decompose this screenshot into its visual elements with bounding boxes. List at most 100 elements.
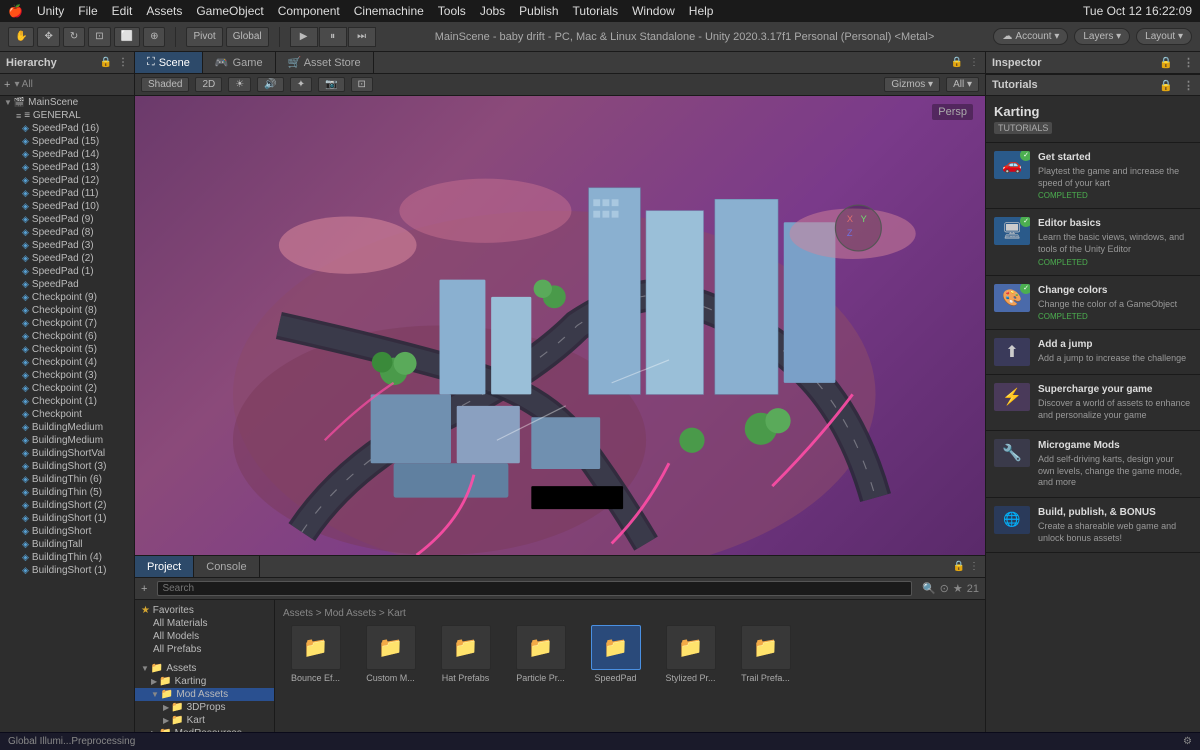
menu-file[interactable]: File — [78, 4, 97, 18]
menu-tutorials[interactable]: Tutorials — [573, 4, 619, 18]
tutorials-lock-icon[interactable]: 🔒 — [1159, 79, 1173, 92]
project-lock-icon[interactable]: 🔒 — [953, 561, 965, 572]
list-item[interactable]: ◈BuildingThin (4) — [0, 551, 134, 564]
list-item[interactable]: ◈BuildingShort — [0, 525, 134, 538]
list-item[interactable]: ◈BuildingShort (3) — [0, 460, 134, 473]
list-item[interactable]: ◈SpeedPad (11) — [0, 187, 134, 200]
scene-viewport[interactable]: X Y Z Persp — [135, 96, 985, 555]
tab-scene[interactable]: ⛶Scene — [135, 52, 203, 73]
tree-karting[interactable]: ▶ 📁 Karting — [135, 675, 274, 688]
list-item[interactable]: ◈BuildingThin (5) — [0, 486, 134, 499]
asset-particle-pr[interactable]: 📁 Particle Pr... — [508, 625, 573, 684]
tutorial-item-add-jump[interactable]: ⬆ Add a jump Add a jump to increase the … — [986, 330, 1200, 375]
inspector-lock-icon[interactable]: 🔒 — [1159, 56, 1173, 69]
2d-button[interactable]: 2D — [195, 77, 222, 92]
menu-help[interactable]: Help — [689, 4, 714, 18]
asset-bounce-ef[interactable]: 📁 Bounce Ef... — [283, 625, 348, 684]
tutorial-item-build-publish[interactable]: 🌐 Build, publish, & BONUS Create a share… — [986, 498, 1200, 553]
menu-tools[interactable]: Tools — [438, 4, 466, 18]
list-item[interactable]: ◈BuildingShort (2) — [0, 499, 134, 512]
list-item[interactable]: ◈Checkpoint (1) — [0, 395, 134, 408]
play-button[interactable]: ▶ — [290, 27, 318, 47]
menu-assets[interactable]: Assets — [146, 4, 182, 18]
project-search-input[interactable] — [157, 581, 912, 596]
list-item[interactable]: ◈BuildingShort (1) — [0, 512, 134, 525]
hand-tool[interactable]: ✋ — [8, 27, 34, 47]
tree-assets[interactable]: ▼ 📁 Assets — [135, 662, 274, 675]
global-button[interactable]: Global — [226, 27, 269, 47]
list-item[interactable]: ◈SpeedPad (9) — [0, 213, 134, 226]
list-item[interactable]: ◈Checkpoint (7) — [0, 317, 134, 330]
hierarchy-menu[interactable]: ⋮ — [118, 57, 128, 68]
project-menu-icon[interactable]: ⋮ — [969, 561, 979, 572]
scene-camera[interactable]: 📷 — [318, 77, 344, 92]
asset-hat-prefabs[interactable]: 📁 Hat Prefabs — [433, 625, 498, 684]
tree-all-models[interactable]: All Models — [135, 630, 274, 643]
list-item[interactable]: ◈SpeedPad (15) — [0, 135, 134, 148]
menu-cinemachine[interactable]: Cinemachine — [354, 4, 424, 18]
tutorials-body[interactable]: 🚗 ✓ Get started Playtest the game and in… — [986, 143, 1200, 750]
hierarchy-lock[interactable]: 🔒 — [100, 57, 112, 68]
lighting-button[interactable]: ☀ — [228, 77, 251, 92]
tab-console[interactable]: Console — [194, 556, 259, 577]
menu-publish[interactable]: Publish — [519, 4, 558, 18]
list-item[interactable]: ◈BuildingMedium — [0, 421, 134, 434]
menu-window[interactable]: Window — [632, 4, 675, 18]
layout-button[interactable]: Layout ▾ — [1136, 28, 1192, 45]
rect-tool[interactable]: ⬜ — [114, 27, 140, 47]
layers-button[interactable]: Layers ▾ — [1074, 28, 1130, 45]
list-item[interactable]: ◈Checkpoint (8) — [0, 304, 134, 317]
project-filter[interactable]: ★ — [953, 582, 963, 595]
pivot-button[interactable]: Pivot — [186, 27, 222, 47]
list-item[interactable]: ◈SpeedPad (14) — [0, 148, 134, 161]
inspector-menu-icon[interactable]: ⋮ — [1183, 56, 1194, 69]
all-layers-button[interactable]: All ▾ — [946, 77, 979, 92]
tutorials-menu-icon[interactable]: ⋮ — [1183, 79, 1194, 92]
list-item[interactable]: ◈Checkpoint (6) — [0, 330, 134, 343]
tab-asset-store[interactable]: 🛒 Asset Store — [276, 52, 374, 73]
hierarchy-search[interactable]: ▾ All — [14, 79, 32, 90]
scene-menu[interactable]: ⋮ — [969, 57, 979, 68]
list-item[interactable]: ◈Checkpoint (5) — [0, 343, 134, 356]
gizmos-button[interactable]: Gizmos ▾ — [884, 77, 940, 92]
audio-button[interactable]: 🔊 — [257, 77, 283, 92]
project-add[interactable]: + — [141, 583, 147, 595]
scale-tool[interactable]: ⊡ — [88, 27, 110, 47]
asset-speedpad[interactable]: 📁 SpeedPad — [583, 625, 648, 684]
hierarchy-body[interactable]: ▼ 🎬 MainScene ≡ ≡ GENERAL ◈SpeedPad (16)… — [0, 96, 134, 750]
tree-all-materials[interactable]: All Materials — [135, 617, 274, 630]
tab-game[interactable]: 🎮Game — [203, 52, 276, 73]
apple-menu[interactable]: 🍎 — [8, 4, 23, 18]
menu-edit[interactable]: Edit — [112, 4, 133, 18]
tree-all-prefabs[interactable]: All Prefabs — [135, 643, 274, 656]
rotate-tool[interactable]: ↻ — [63, 27, 85, 47]
tree-kart[interactable]: ▶ 📁 Kart — [135, 714, 274, 727]
project-options[interactable]: ⊙ — [940, 582, 949, 595]
shaded-dropdown[interactable]: Shaded — [141, 77, 189, 92]
list-item[interactable]: ◈SpeedPad (1) — [0, 265, 134, 278]
project-tree[interactable]: ★ Favorites All Materials All Models All… — [135, 600, 275, 732]
tutorial-item-get-started[interactable]: 🚗 ✓ Get started Playtest the game and in… — [986, 143, 1200, 209]
list-item[interactable]: ◈BuildingTall — [0, 538, 134, 551]
tab-project[interactable]: Project — [135, 556, 194, 577]
asset-trail-prefa[interactable]: 📁 Trail Prefa... — [733, 625, 798, 684]
list-item[interactable]: ◈Checkpoint (3) — [0, 369, 134, 382]
maximize-scene[interactable]: 🔒 — [951, 57, 963, 68]
list-item[interactable]: ◈SpeedPad (13) — [0, 161, 134, 174]
pause-button[interactable]: ⏸ — [319, 27, 347, 47]
hidden-button[interactable]: ⊡ — [351, 77, 373, 92]
list-item[interactable]: ≡ ≡ GENERAL — [0, 109, 134, 122]
list-item[interactable]: ◈SpeedPad (2) — [0, 252, 134, 265]
menu-jobs[interactable]: Jobs — [480, 4, 505, 18]
menu-gameobject[interactable]: GameObject — [196, 4, 263, 18]
asset-custom-m[interactable]: 📁 Custom M... — [358, 625, 423, 684]
list-item[interactable]: ◈Checkpoint (2) — [0, 382, 134, 395]
hierarchy-scene[interactable]: ▼ 🎬 MainScene — [0, 96, 134, 109]
list-item[interactable]: ◈Checkpoint (9) — [0, 291, 134, 304]
list-item[interactable]: ◈SpeedPad (10) — [0, 200, 134, 213]
menu-component[interactable]: Component — [278, 4, 340, 18]
asset-stylized-pr[interactable]: 📁 Stylized Pr... — [658, 625, 723, 684]
list-item[interactable]: ◈BuildingThin (6) — [0, 473, 134, 486]
list-item[interactable]: ◈Checkpoint — [0, 408, 134, 421]
fx-button[interactable]: ✦ — [290, 77, 312, 92]
